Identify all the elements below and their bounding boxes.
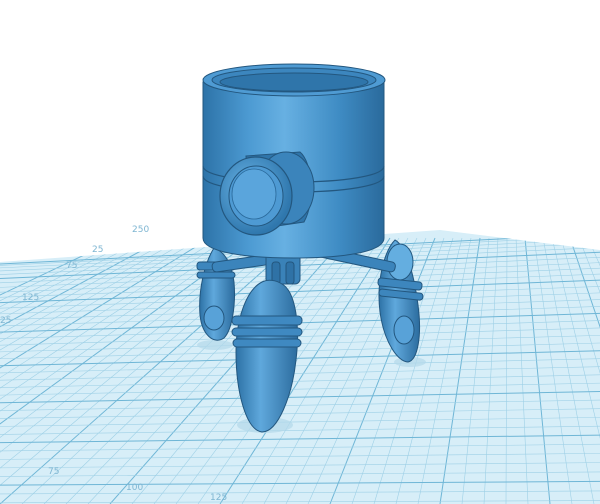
ruler-tick-label: 75 bbox=[66, 261, 77, 271]
3d-viewport[interactable]: 250 25 75 125 25 75 100 125 bbox=[0, 0, 600, 504]
ruler-tick-label: 25 bbox=[0, 316, 11, 326]
ruler-tick-label: 75 bbox=[48, 467, 59, 477]
scene-canvas[interactable]: 250 25 75 125 25 75 100 125 bbox=[0, 0, 600, 504]
robot-eye[interactable] bbox=[219, 151, 315, 236]
ruler-tick-label: 100 bbox=[126, 483, 143, 493]
ruler-tick-label: 125 bbox=[210, 493, 227, 503]
ruler-tick-label: 250 bbox=[132, 225, 149, 235]
ruler-tick-label: 25 bbox=[92, 245, 103, 255]
ruler-tick-label: 125 bbox=[22, 293, 39, 303]
